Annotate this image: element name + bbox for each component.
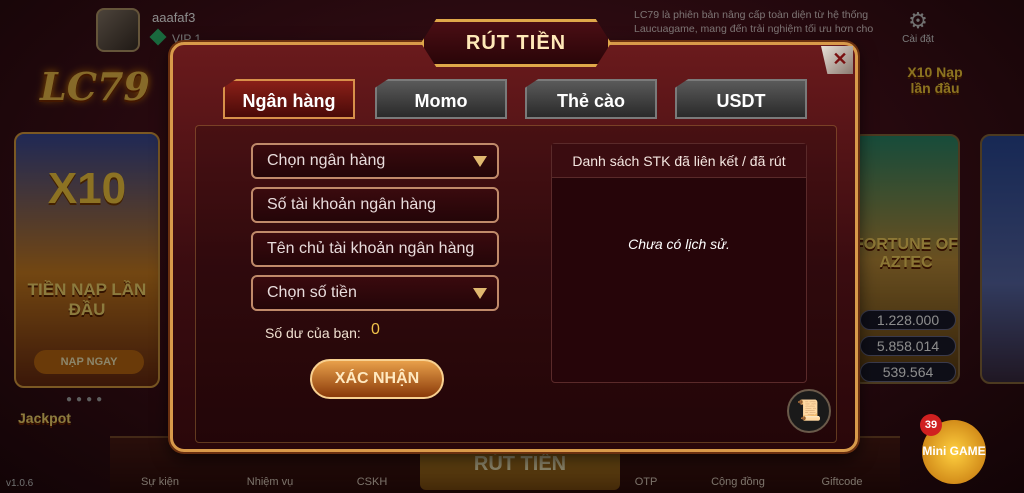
account-name-field[interactable]: Tên chủ tài khoản ngân hàng bbox=[251, 231, 499, 267]
notice-marquee: LC79 là phiên bản nâng cấp toàn diện từ … bbox=[634, 9, 874, 35]
modal-title: RÚT TIỀN bbox=[421, 19, 611, 67]
nav-community[interactable]: Cộng đồng bbox=[708, 476, 768, 488]
settings-button[interactable]: ⚙ Cài đặt bbox=[896, 8, 940, 45]
confirm-button[interactable]: XÁC NHẬN bbox=[310, 359, 444, 399]
bank-select[interactable]: Chọn ngân hàng bbox=[251, 143, 499, 179]
promo-multiplier: X10 bbox=[47, 164, 127, 213]
nav-otp[interactable]: OTP bbox=[616, 476, 676, 488]
promo-title: TIỀN NẠP LẦN ĐẦU bbox=[27, 280, 147, 319]
promo-button[interactable]: NẠP NGAY bbox=[34, 350, 144, 374]
x10-badge[interactable]: X10 Nạp lần đầu bbox=[900, 64, 970, 96]
carousel-dots: ●●●● bbox=[66, 394, 107, 405]
nav-giftcode[interactable]: Giftcode bbox=[812, 476, 872, 488]
nav-events[interactable]: Sự kiện bbox=[130, 476, 190, 488]
version-label: v1.0.6 bbox=[6, 478, 34, 489]
jackpot-value: 539.564 bbox=[860, 362, 956, 382]
jackpot-logo[interactable]: Jackpot bbox=[18, 410, 71, 426]
history-header: Danh sách STK đã liên kết / đã rút bbox=[552, 144, 806, 178]
history-panel: Danh sách STK đã liên kết / đã rút Chưa … bbox=[551, 143, 807, 383]
balance-label: Số dư của bạn: bbox=[265, 325, 361, 341]
amount-select-value: Chọn số tiền bbox=[267, 284, 357, 301]
gem-icon bbox=[149, 28, 167, 46]
game-title: FORTUNE OF AZTEC bbox=[854, 236, 958, 271]
bank-select-value: Chọn ngân hàng bbox=[267, 152, 386, 169]
tab-card[interactable]: Thẻ cào bbox=[525, 79, 657, 119]
document-icon: 📜 bbox=[796, 400, 822, 422]
tab-momo[interactable]: Momo bbox=[375, 79, 507, 119]
tab-bank[interactable]: Ngân hàng bbox=[223, 79, 355, 119]
jackpot-value: 5.858.014 bbox=[860, 336, 956, 356]
account-number-field[interactable]: Số tài khoản ngân hàng bbox=[251, 187, 499, 223]
nav-missions[interactable]: Nhiệm vụ bbox=[240, 476, 300, 488]
game-card-partial[interactable] bbox=[980, 134, 1024, 384]
withdraw-modal: RÚT TIỀN ✕ Ngân hàng Momo Thẻ cào USDT C… bbox=[170, 19, 858, 452]
tab-usdt[interactable]: USDT bbox=[675, 79, 807, 119]
account-number-placeholder: Số tài khoản ngân hàng bbox=[267, 196, 437, 213]
mini-game-badge: 39 bbox=[920, 414, 942, 436]
chevron-down-icon bbox=[473, 288, 487, 299]
avatar[interactable] bbox=[96, 8, 140, 52]
gear-icon: ⚙ bbox=[908, 8, 928, 33]
logo: LC79 bbox=[40, 64, 150, 109]
history-empty-text: Chưa có lịch sử. bbox=[628, 236, 730, 252]
amount-select[interactable]: Chọn số tiền bbox=[251, 275, 499, 311]
balance-value: 0 bbox=[371, 321, 380, 338]
game-card-aztec[interactable]: FORTUNE OF AZTEC 1.228.000 5.858.014 539… bbox=[852, 134, 960, 384]
jackpot-value: 1.228.000 bbox=[860, 310, 956, 330]
promo-banner[interactable]: X10 TIỀN NẠP LẦN ĐẦU NẠP NGAY bbox=[14, 132, 160, 388]
account-name-placeholder: Tên chủ tài khoản ngân hàng bbox=[267, 240, 475, 257]
document-button[interactable]: 📜 bbox=[787, 389, 831, 433]
username: aaafaf3 bbox=[152, 10, 196, 25]
close-icon: ✕ bbox=[832, 49, 848, 69]
chevron-down-icon bbox=[473, 156, 487, 167]
settings-label: Cài đặt bbox=[902, 34, 934, 45]
nav-support[interactable]: CSKH bbox=[342, 476, 402, 488]
close-button[interactable]: ✕ bbox=[821, 46, 853, 74]
